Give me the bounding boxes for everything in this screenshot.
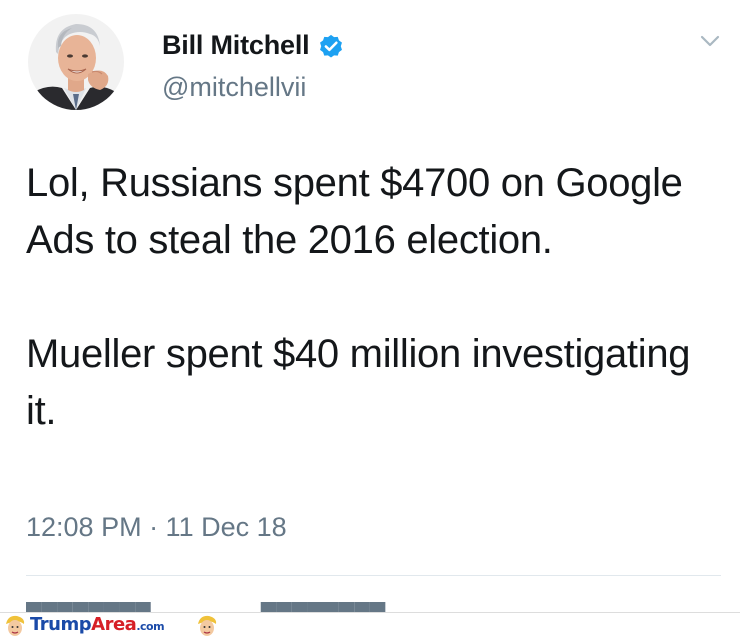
author-name-row[interactable]: Bill Mitchell [162, 30, 345, 61]
tweet-paragraph: Lol, Russians spent $4700 on Google Ads … [26, 161, 683, 262]
watermark-logo: TrumpArea.com [30, 614, 165, 635]
watermark-brand-part: Trump [30, 614, 92, 635]
divider [26, 575, 721, 576]
trump-face-icon [6, 615, 25, 636]
avatar[interactable] [28, 14, 124, 110]
tweet-timestamp[interactable]: 12:08 PM · 11 Dec 18 [26, 512, 287, 543]
tweet-text: Lol, Russians spent $4700 on Google Ads … [26, 155, 716, 440]
verified-badge-icon [317, 32, 345, 60]
author-handle[interactable]: @mitchellvii [162, 72, 306, 103]
chevron-down-icon[interactable] [699, 30, 721, 52]
trump-face-icon [198, 615, 217, 636]
author-display-name[interactable]: Bill Mitchell [162, 30, 310, 61]
watermark-bar: TrumpArea.com [0, 612, 740, 638]
tweet-card: Bill Mitchell @mitchellvii Lol, Russians… [0, 0, 740, 614]
watermark-brand-part: Area [91, 614, 137, 635]
avatar-photo [28, 14, 124, 110]
tweet-paragraph: Mueller spent $40 million investigating … [26, 332, 691, 433]
watermark-brand-part: .com [136, 620, 165, 633]
